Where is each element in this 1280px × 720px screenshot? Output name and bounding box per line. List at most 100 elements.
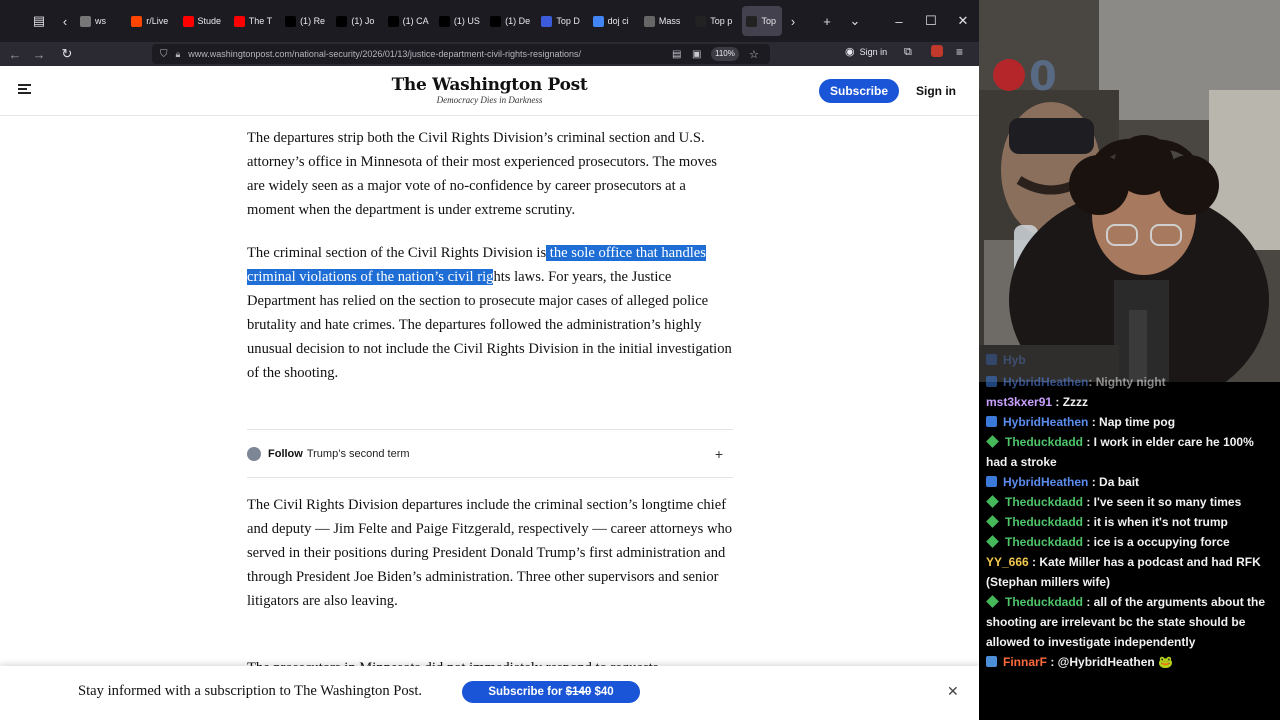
lock-icon[interactable]: 🔒︎ — [176, 49, 181, 60]
chat-username[interactable]: HybridHeathen — [1003, 415, 1088, 429]
tab-item[interactable]: (1) Jo — [332, 6, 383, 36]
tab-item[interactable]: Top D — [537, 6, 588, 36]
article-body: The departures strip both the Civil Righ… — [247, 126, 733, 404]
reload-icon[interactable]: ↻ — [55, 42, 79, 66]
chat-message: HybridHeathen : Da bait — [986, 472, 1276, 492]
screenshot-icon[interactable]: ▣ — [692, 49, 701, 60]
chat-message: Theduckdadd : ice is a occupying force — [986, 532, 1276, 552]
tab-strip: ws r/Live Stude The T (1) Re (1) Jo (1) CA (1) … — [76, 6, 782, 36]
tab-bar: ▤ ‹ ws r/Live Stude The T (1) Re (1) Jo (1) CA… — [0, 0, 979, 42]
chat-username[interactable]: Hyb — [1003, 353, 1026, 367]
chat-username[interactable]: YY_666 — [986, 555, 1029, 569]
zoom-level[interactable]: 110% — [711, 47, 739, 61]
close-window-icon[interactable]: ✕ — [947, 0, 979, 42]
tab-item[interactable]: (1) Re — [281, 6, 332, 36]
chat-text: : Da bait — [1088, 475, 1140, 489]
tab-label: Stude — [197, 16, 222, 26]
webcam-feed: 0 — [979, 0, 1280, 382]
wapo-icon — [746, 15, 758, 27]
tab-label: r/Live — [146, 16, 169, 26]
address-bar[interactable]: ⛉ 🔒︎ www.washingtonpost.com/national-sec… — [152, 44, 770, 64]
tab-item[interactable]: Top p — [691, 6, 742, 36]
site-header: The Washington Post Democracy Dies in Da… — [0, 66, 979, 116]
tab-item[interactable]: r/Live — [127, 6, 178, 36]
topic-avatar — [247, 447, 261, 461]
chat-text: : it is when it's not trump — [1083, 515, 1228, 529]
divider — [247, 429, 733, 430]
subscribe-button[interactable]: Subscribe — [819, 79, 899, 103]
chat-username[interactable]: Theduckdadd — [1005, 595, 1083, 609]
subscribe-offer-button[interactable]: Subscribe for $140 $40 — [462, 681, 640, 703]
new-tab-icon[interactable]: + — [816, 10, 838, 32]
wapo-icon — [541, 15, 553, 27]
chat-username[interactable]: mst3kxer91 — [986, 395, 1052, 409]
tab-item[interactable]: ws — [76, 6, 127, 36]
chat-username[interactable]: Theduckdadd — [1005, 535, 1083, 549]
chat-message: HybridHeathen: Nighty night — [986, 372, 1276, 392]
tab-item[interactable]: doj ci — [589, 6, 640, 36]
bookmark-star-icon[interactable]: ☆ — [749, 48, 759, 61]
reader-view-icon[interactable]: ▤ — [672, 49, 681, 60]
chat-message: mst3kxer91 : Zzzz — [986, 392, 1276, 412]
chat-username[interactable]: Theduckdadd — [1005, 435, 1083, 449]
chat-username[interactable]: FinnarF — [1003, 655, 1047, 669]
minimize-icon[interactable]: – — [883, 0, 915, 42]
tab-item[interactable]: Mass — [640, 6, 691, 36]
forward-icon[interactable]: → — [27, 42, 51, 66]
tab-overflow-icon[interactable]: ⌄ — [844, 10, 866, 32]
shield-icon[interactable]: ⛉ — [160, 49, 168, 60]
extensions-icon[interactable]: ⧉ — [904, 46, 912, 59]
tab-label: (1) De — [505, 16, 531, 26]
plus-icon[interactable]: + — [715, 446, 723, 462]
chat-username[interactable]: HybridHeathen — [1003, 375, 1088, 389]
follow-topic-row[interactable]: Follow Trump’s second term + — [247, 443, 733, 465]
article-paragraph: The criminal section of the Civil Rights… — [247, 241, 733, 385]
chat-message: YY_666 : Kate Miller has a podcast and h… — [986, 552, 1276, 592]
tab-label: doj ci — [607, 16, 629, 26]
chat-username[interactable]: Theduckdadd — [1005, 495, 1083, 509]
x-icon — [336, 15, 348, 27]
chat-message: Theduckdadd : all of the arguments about… — [986, 592, 1276, 652]
youtube-icon — [233, 15, 245, 27]
maximize-icon[interactable]: ☐ — [915, 0, 947, 42]
tab-label: (1) Re — [300, 16, 326, 26]
chat-text: : Nighty night — [1088, 375, 1166, 389]
chat-message: Theduckdadd : I've seen it so many times — [986, 492, 1276, 512]
article-paragraph: The Civil Rights Division departures inc… — [247, 497, 733, 609]
tab-item[interactable]: Stude — [179, 6, 230, 36]
extension-badge-icon[interactable] — [931, 45, 943, 57]
close-banner-icon[interactable]: ✕ — [947, 683, 959, 700]
chat-message: Theduckdadd : I work in elder care he 10… — [986, 432, 1276, 472]
reddit-icon — [131, 15, 143, 27]
chat-text: : Zzzz — [1052, 395, 1089, 409]
chat-username[interactable]: Theduckdadd — [1005, 515, 1083, 529]
tab-item[interactable]: (1) CA — [384, 6, 435, 36]
follow-label: Follow — [268, 448, 303, 460]
scroll-tabs-right-icon[interactable]: › — [782, 10, 804, 32]
cta-new-price: $40 — [591, 686, 614, 698]
tab-item[interactable]: (1) US — [435, 6, 486, 36]
chat-text: : I've seen it so many times — [1083, 495, 1242, 509]
tab-label: The T — [248, 16, 273, 26]
article-paragraph: The departures strip both the Civil Righ… — [247, 130, 717, 218]
chat-message: Hyb — [986, 350, 1276, 372]
back-icon[interactable]: ← — [3, 42, 27, 66]
youtube-icon — [182, 15, 194, 27]
chat-username[interactable]: HybridHeathen — [1003, 475, 1088, 489]
bits-badge-icon — [986, 656, 997, 667]
tab-item[interactable]: The T — [230, 6, 281, 36]
page-icon — [80, 15, 91, 27]
tab-item[interactable]: (1) De — [486, 6, 537, 36]
account-button[interactable]: ◉ Sign in — [845, 45, 887, 58]
subscriber-badge-icon — [986, 416, 997, 427]
tab-list-icon[interactable]: ▤ — [28, 10, 50, 32]
tab-item[interactable]: Top — [742, 6, 782, 36]
x-icon — [490, 15, 502, 27]
scroll-tabs-left-icon[interactable]: ‹ — [54, 10, 76, 32]
vip-badge-icon — [986, 515, 999, 528]
url-text[interactable]: www.washingtonpost.com/national-security… — [188, 49, 581, 59]
sign-in-link[interactable]: Sign in — [916, 84, 956, 98]
menu-icon[interactable]: ≡ — [956, 45, 963, 59]
paragraph-text: hts laws. For years, the Justice Departm… — [247, 269, 732, 381]
tab-label: Top D — [556, 16, 580, 26]
